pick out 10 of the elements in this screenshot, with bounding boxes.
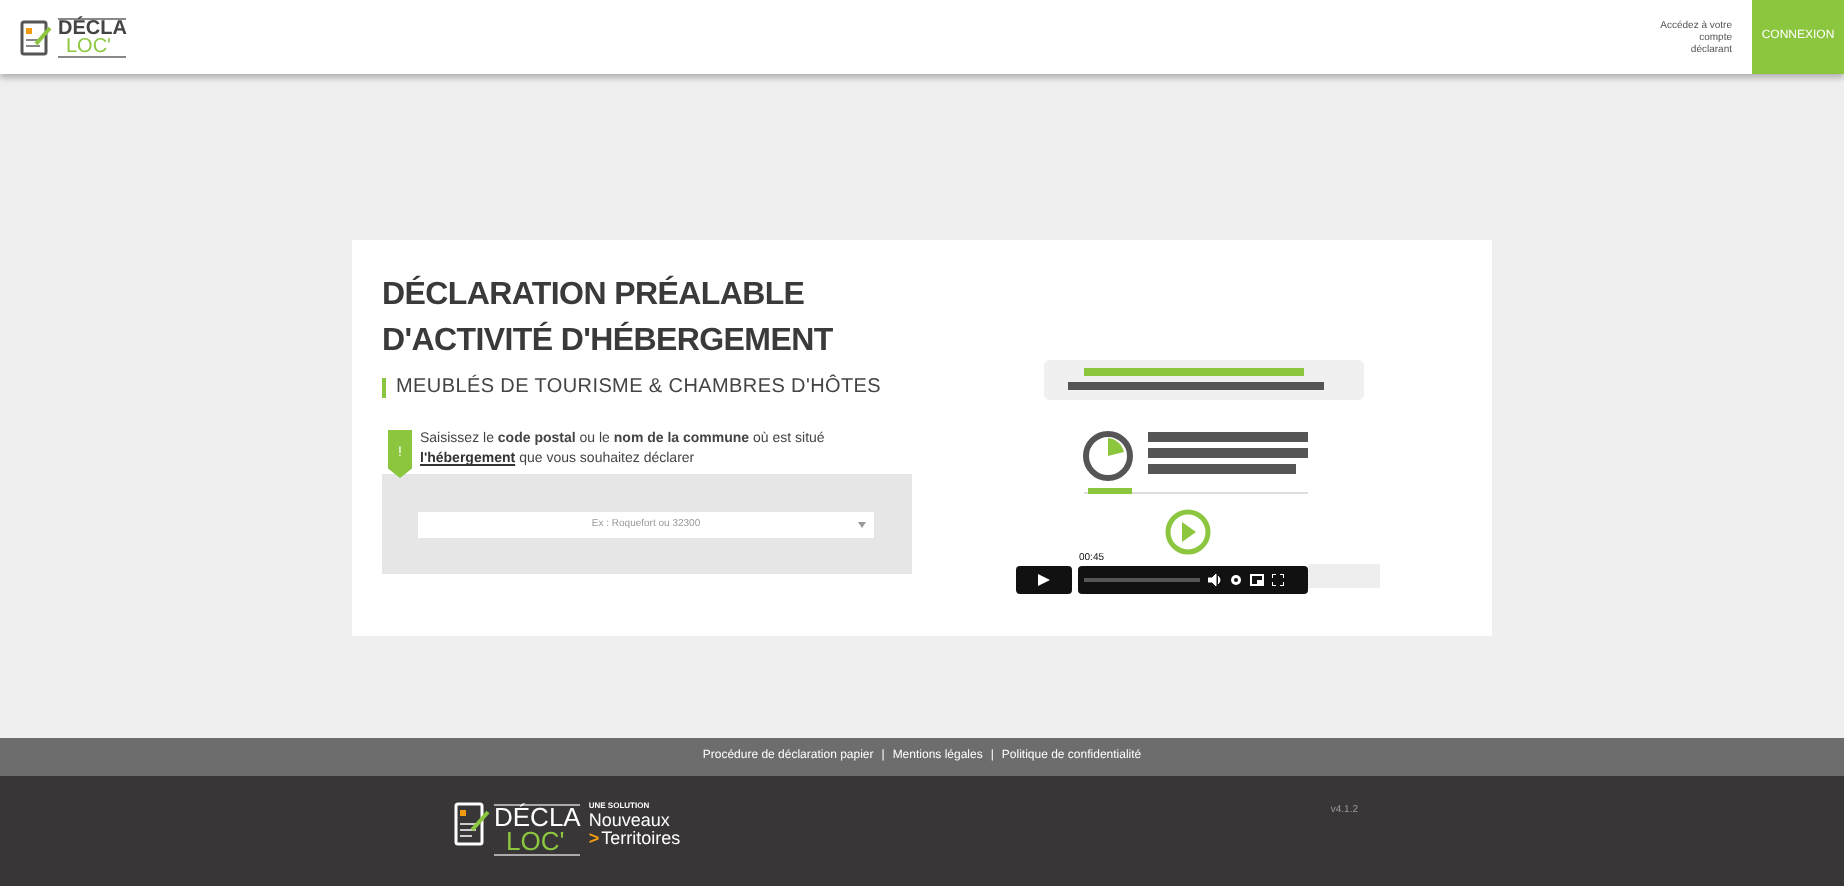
page-title: DÉCLARATION PRÉALABLE	[382, 273, 805, 316]
logo-text: LOC'	[506, 830, 565, 854]
logo-text: LOC'	[58, 37, 127, 57]
logo-text: DÉCLA	[58, 17, 127, 37]
partner-text: Territoires	[601, 830, 681, 848]
logo-text: DÉCLA	[494, 806, 581, 830]
partner-arrow: >	[588, 830, 600, 848]
subtitle: MEUBLÉS DE TOURISME & CHAMBRES D'HÔTES	[396, 372, 882, 402]
partner-text: Nouveaux	[588, 812, 672, 830]
page-title: D'ACTIVITÉ D'HÉBERGEMENT	[382, 319, 833, 362]
